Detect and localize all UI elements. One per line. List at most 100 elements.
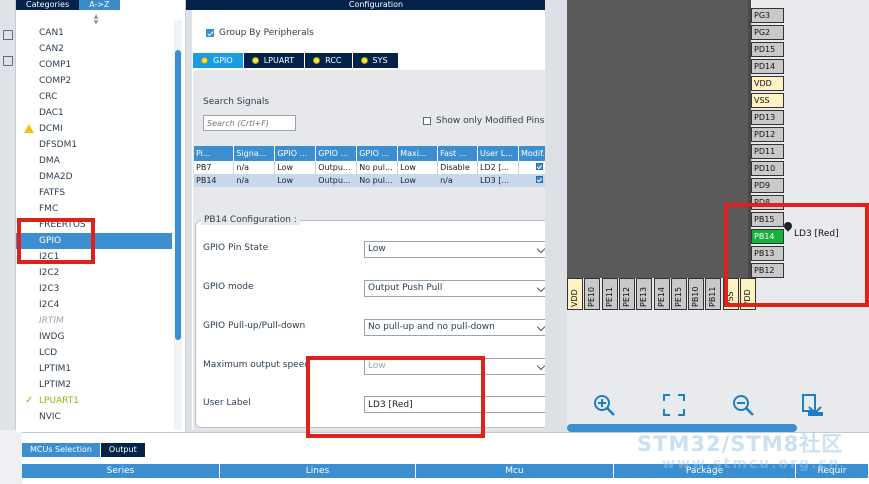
category-item-dac1[interactable]: DAC1 [16, 105, 172, 121]
tab-gpio[interactable]: GPIO [193, 53, 243, 68]
tab-sys[interactable]: SYS [352, 53, 398, 68]
max-output-speed-label: Maximum output speed [203, 360, 310, 370]
category-item-dfsdm1[interactable]: DFSDM1 [16, 137, 172, 153]
status-dot-icon [201, 57, 208, 64]
pin-pe15[interactable]: PE15 [670, 278, 687, 310]
category-item-lpuart1[interactable]: ✓ LPUART1 [16, 393, 172, 409]
tab-lpuart[interactable]: LPUART [243, 53, 305, 68]
table-cell: Low [274, 174, 317, 187]
category-item-label: IRTIM [39, 316, 64, 326]
category-item-i2c2[interactable]: I2C2 [16, 265, 172, 281]
pin-pe11[interactable]: PE11 [601, 278, 618, 310]
checkbox-unchecked-icon[interactable] [423, 117, 431, 125]
table-header-cell[interactable]: Maxi... [397, 146, 439, 161]
category-item-iwdg[interactable]: IWDG [16, 329, 172, 345]
gpio-mode-select[interactable]: Output Push Pull [364, 280, 549, 297]
search-signals-input[interactable] [203, 115, 296, 131]
tab-mcus-selection[interactable]: MCUs Selection [22, 443, 100, 457]
pin-pe12[interactable]: PE12 [618, 278, 635, 310]
table-cell: Low [397, 161, 439, 174]
view-icon[interactable] [3, 30, 13, 40]
category-item-fatfs[interactable]: FATFS [16, 185, 172, 201]
table-header-cell[interactable]: Fast ... [437, 146, 479, 161]
pin-pe13[interactable]: PE13 [636, 278, 653, 310]
pin-pd13[interactable]: PD13 [751, 110, 784, 125]
category-item-dcmi[interactable]: DCMI [16, 121, 172, 137]
zoom-in-icon[interactable] [592, 393, 616, 417]
configuration-title: Configuration [186, 0, 566, 10]
category-item-dma2d[interactable]: DMA2D [16, 169, 172, 185]
category-scrollbar[interactable] [174, 20, 182, 430]
category-item-lcd[interactable]: LCD [16, 345, 172, 361]
pin-pd15[interactable]: PD15 [751, 42, 784, 57]
table-cell: LD3 [... [477, 174, 519, 187]
table-cell: n/a [233, 161, 276, 174]
category-item-label: I2C3 [39, 284, 60, 294]
tab-categories[interactable]: Categories [16, 0, 80, 10]
pin-pg3[interactable]: PG3 [751, 8, 784, 23]
category-item-comp2[interactable]: COMP2 [16, 73, 172, 89]
pin-pg2[interactable]: PG2 [751, 25, 784, 40]
table-row[interactable]: PB14 n/a Low Outpu... No pul... Low n/a LD3 [..… [194, 174, 561, 187]
document-icon[interactable] [3, 56, 13, 66]
category-item-crc[interactable]: CRC [16, 89, 172, 105]
show-modified-label: Show only Modified Pins [436, 116, 545, 126]
column-mcu[interactable]: Mcu [416, 464, 614, 478]
zoom-out-icon[interactable] [731, 393, 755, 417]
tab-output[interactable]: Output [100, 443, 145, 457]
tab-rcc[interactable]: RCC [305, 53, 352, 68]
table-header-cell[interactable]: Pi... [194, 146, 235, 161]
table-header-cell[interactable]: Signa... [233, 146, 276, 161]
category-item-dma[interactable]: DMA [16, 153, 172, 169]
pin-pd14[interactable]: PD14 [751, 59, 784, 74]
category-item-can2[interactable]: CAN2 [16, 41, 172, 57]
pin-pb11[interactable]: PB11 [705, 278, 722, 310]
table-header-cell[interactable]: User L... [477, 146, 519, 161]
category-item-nvic[interactable]: NVIC [16, 409, 172, 425]
column-lines[interactable]: Lines [220, 464, 416, 478]
pin-pb10[interactable]: PB10 [688, 278, 705, 310]
tab-label: GPIO [213, 56, 233, 65]
fit-screen-icon[interactable] [662, 393, 686, 417]
pin-vss[interactable]: VSS [751, 93, 784, 108]
category-item-can1[interactable]: CAN1 [16, 25, 172, 41]
category-tabs: Categories A->Z [16, 0, 120, 10]
gpio-pull-label: GPIO Pull-up/Pull-down [203, 321, 306, 331]
configuration-scrollbar[interactable] [545, 0, 567, 432]
category-item-lptim2[interactable]: LPTIM2 [16, 377, 172, 393]
category-item-label: FATFS [39, 188, 66, 198]
status-dot-icon [360, 57, 368, 64]
scrollbar-thumb[interactable] [175, 50, 181, 340]
tab-a-to-z[interactable]: A->Z [79, 0, 120, 10]
table-row[interactable]: PB7 n/a Low Outpu... No pul... Low Disable LD2 … [194, 161, 561, 174]
group-by-peripherals-checkbox[interactable]: Group By Peripherals [206, 28, 314, 38]
table-header-cell[interactable]: GPIO ... [274, 146, 317, 161]
pin-pd10[interactable]: PD10 [751, 161, 784, 176]
pin-pd9[interactable]: PD9 [751, 178, 784, 193]
table-cell: PB14 [194, 174, 235, 187]
gpio-pin-state-select[interactable]: Low [364, 241, 549, 258]
pin-pe10[interactable]: PE10 [584, 278, 601, 310]
category-item-comp1[interactable]: COMP1 [16, 57, 172, 73]
table-cell: No pul... [356, 174, 399, 187]
category-item-i2c4[interactable]: I2C4 [16, 297, 172, 313]
category-item-fmc[interactable]: FMC [16, 201, 172, 217]
export-icon[interactable] [800, 393, 824, 417]
table-header-cell[interactable]: GPIO ... [356, 146, 399, 161]
pin-pd11[interactable]: PD11 [751, 144, 784, 159]
column-series[interactable]: Series [22, 464, 220, 478]
category-item-label: CAN1 [39, 28, 64, 38]
pin-pd12[interactable]: PD12 [751, 127, 784, 142]
checkbox-checked-icon[interactable] [206, 29, 214, 37]
category-item-i2c3[interactable]: I2C3 [16, 281, 172, 297]
gpio-pull-select[interactable]: No pull-up and no pull-down [364, 319, 549, 336]
pin-vdd[interactable]: VDD [567, 278, 583, 310]
pin-vdd[interactable]: VDD [751, 76, 784, 91]
category-item-irtim[interactable]: IRTIM [16, 313, 172, 329]
show-only-modified-pins-checkbox[interactable]: Show only Modified Pins [423, 116, 544, 126]
category-item-lptim1[interactable]: LPTIM1 [16, 361, 172, 377]
pin-pe14[interactable]: PE14 [653, 278, 670, 310]
category-item-label: LPTIM2 [39, 380, 72, 390]
pb14-configuration-title: PB14 Configuration : [201, 215, 300, 225]
table-header-cell[interactable]: GPIO ... [315, 146, 358, 161]
